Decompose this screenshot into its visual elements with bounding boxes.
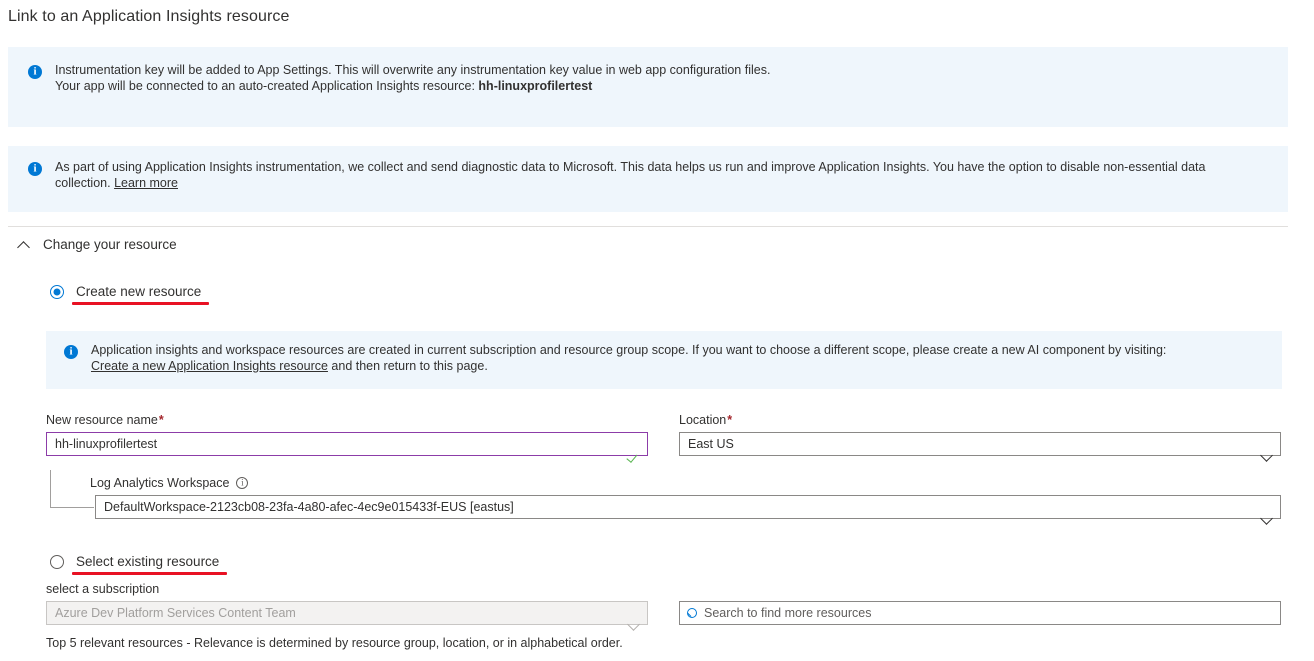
new-resource-name-label: New resource name* <box>46 413 164 427</box>
location-label-text: Location <box>679 413 726 427</box>
instrumentation-key-info-line1: Instrumentation key will be added to App… <box>55 63 770 79</box>
info-icon <box>64 345 78 359</box>
subscription-label: select a subscription <box>46 582 159 596</box>
required-asterisk: * <box>727 413 732 427</box>
subscription-dropdown[interactable]: Azure Dev Platform Services Content Team <box>46 601 648 625</box>
instrumentation-key-info-banner: Instrumentation key will be added to App… <box>8 47 1288 127</box>
location-value: East US <box>680 437 1254 451</box>
create-resource-scope-suffix: and then return to this page. <box>328 359 488 373</box>
location-dropdown[interactable]: East US <box>679 432 1281 456</box>
new-resource-name-input[interactable]: hh-linuxprofilertest <box>46 432 648 456</box>
search-resources-input[interactable]: Search to find more resources <box>679 601 1281 625</box>
info-icon <box>28 162 42 176</box>
instrumentation-key-info-text: Instrumentation key will be added to App… <box>55 63 770 94</box>
radio-select-existing-resource-control[interactable] <box>50 555 64 569</box>
log-analytics-workspace-dropdown[interactable]: DefaultWorkspace-2123cb08-23fa-4a80-afec… <box>95 495 1281 519</box>
auto-created-resource-prefix: Your app will be connected to an auto-cr… <box>55 79 478 93</box>
radio-create-new-resource-label: Create new resource <box>76 284 201 299</box>
log-analytics-workspace-value: DefaultWorkspace-2123cb08-23fa-4a80-afec… <box>96 500 1254 514</box>
radio-create-new-resource[interactable]: Create new resource <box>50 284 201 299</box>
search-resources-placeholder: Search to find more resources <box>704 606 871 620</box>
subscription-value: Azure Dev Platform Services Content Team <box>47 606 621 620</box>
radio-select-existing-resource-label: Select existing resource <box>76 554 219 569</box>
log-analytics-workspace-label: Log Analytics Workspace <box>90 476 248 490</box>
change-your-resource-section-header[interactable]: Change your resource <box>18 237 177 252</box>
info-circle-icon[interactable] <box>236 477 248 489</box>
search-icon <box>680 602 704 624</box>
section-divider <box>8 226 1288 227</box>
diagnostic-data-text: As part of using Application Insights in… <box>55 160 1205 190</box>
info-icon <box>28 65 42 79</box>
create-resource-scope-line2: Create a new Application Insights resour… <box>91 359 1166 375</box>
radio-create-new-resource-control[interactable] <box>50 285 64 299</box>
required-asterisk: * <box>159 413 164 427</box>
location-label: Location* <box>679 413 732 427</box>
create-resource-scope-info-text: Application insights and workspace resou… <box>91 343 1166 374</box>
section-header-label: Change your resource <box>43 237 177 252</box>
create-resource-scope-info-banner: Application insights and workspace resou… <box>46 331 1282 389</box>
diagnostic-data-info-banner: As part of using Application Insights in… <box>8 146 1288 212</box>
page-title: Link to an Application Insights resource <box>8 8 290 26</box>
new-resource-name-label-text: New resource name <box>46 413 158 427</box>
link-application-insights-page: Link to an Application Insights resource… <box>0 0 1314 661</box>
workspace-connector-bracket <box>50 470 94 508</box>
auto-created-resource-name: hh-linuxprofilertest <box>478 79 592 93</box>
learn-more-link[interactable]: Learn more <box>114 176 178 190</box>
diagnostic-data-info-text: As part of using Application Insights in… <box>55 160 1260 191</box>
create-new-app-insights-resource-link[interactable]: Create a new Application Insights resour… <box>91 359 328 373</box>
chevron-up-icon <box>18 238 32 252</box>
radio-select-existing-resource[interactable]: Select existing resource <box>50 554 219 569</box>
instrumentation-key-info-line2: Your app will be connected to an auto-cr… <box>55 79 770 95</box>
new-resource-name-value: hh-linuxprofilertest <box>47 437 623 451</box>
relevant-resources-note: Top 5 relevant resources - Relevance is … <box>46 636 623 650</box>
log-analytics-workspace-label-text: Log Analytics Workspace <box>90 476 229 490</box>
create-resource-scope-line1: Application insights and workspace resou… <box>91 343 1166 359</box>
